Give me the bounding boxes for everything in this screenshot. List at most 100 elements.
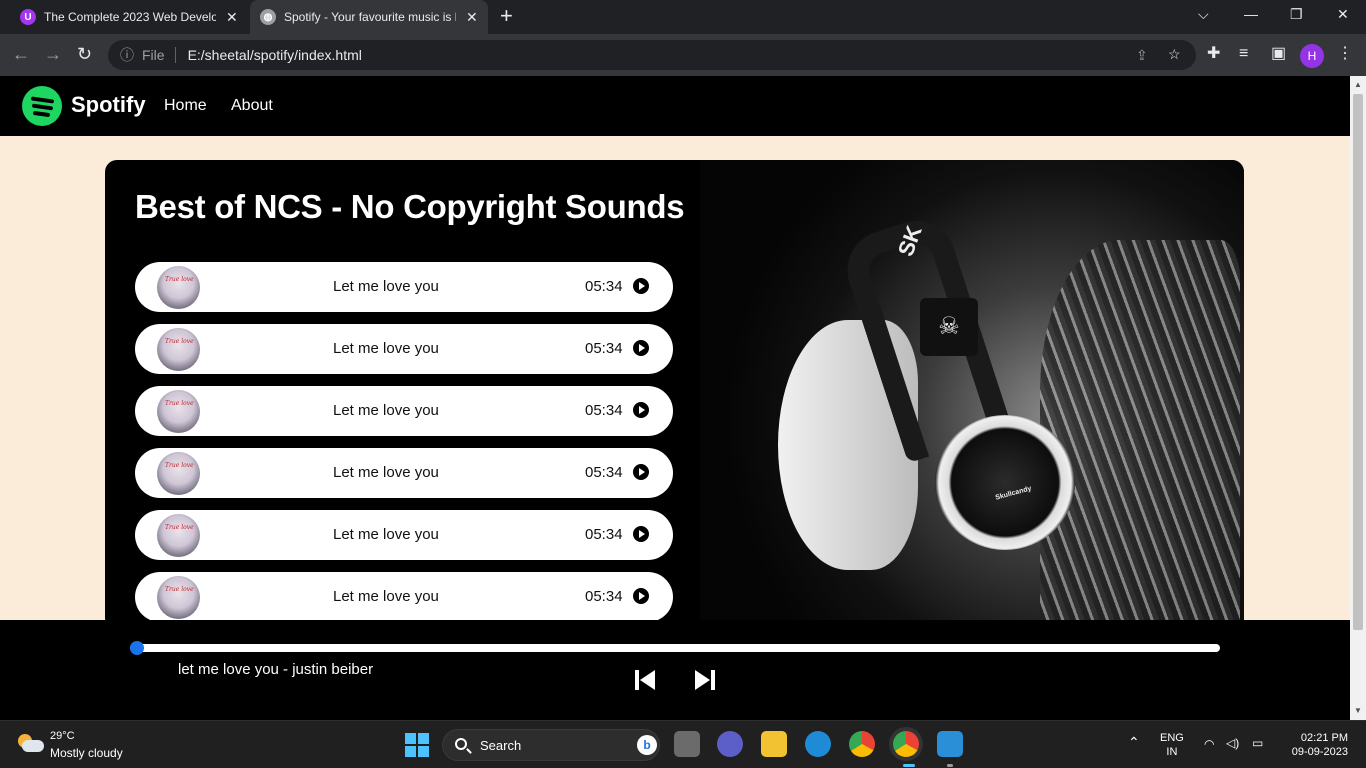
- address-bar[interactable]: ⓘ File E:/sheetal/spotify/index.html ⇪ ☆: [108, 40, 1196, 70]
- banner-image: SK ☠ Skullcandy: [700, 160, 1244, 630]
- browser-tab-strip: U The Complete 2023 Web Development Boot…: [0, 0, 1366, 34]
- clock[interactable]: 02:21 PM 09-09-2023: [1284, 731, 1348, 759]
- extensions-puzzle-icon[interactable]: ✚: [1207, 45, 1220, 63]
- browser-tab-spotify[interactable]: ◍ Spotify - Your favourite music is here…: [250, 0, 488, 34]
- page-scrollbar[interactable]: ▲ ▼: [1350, 76, 1366, 720]
- scrollbar-thumb[interactable]: [1353, 94, 1363, 630]
- song-item[interactable]: True love Let me love you 05:34: [135, 324, 673, 374]
- song-name: Let me love you: [333, 340, 439, 357]
- bottom-player: let me love you - justin beiber: [0, 620, 1350, 720]
- song-item[interactable]: True love Let me love you 05:34: [135, 572, 673, 622]
- side-panel-icon[interactable]: ▣: [1271, 45, 1286, 63]
- minimize-icon[interactable]: —: [1244, 6, 1258, 22]
- playlist-title: Best of NCS - No Copyright Sounds: [135, 188, 685, 225]
- nav-about-link[interactable]: About: [231, 97, 273, 115]
- new-tab-plus-icon[interactable]: +: [500, 5, 513, 27]
- play-circle-icon[interactable]: [633, 588, 649, 604]
- clock-date: 09-09-2023: [1291, 746, 1348, 758]
- restore-icon[interactable]: ❐: [1290, 6, 1303, 23]
- play-circle-icon[interactable]: [633, 464, 649, 480]
- song-name: Let me love you: [333, 278, 439, 295]
- cover-text: True love: [165, 462, 194, 469]
- weather-condition[interactable]: Mostly cloudy: [50, 746, 123, 760]
- hair-shape: [1040, 240, 1240, 620]
- play-circle-icon[interactable]: [633, 402, 649, 418]
- cover-text: True love: [165, 586, 194, 593]
- song-cover-image: True love: [157, 266, 200, 309]
- song-cover-image: True love: [157, 514, 200, 557]
- song-duration: 05:34: [585, 526, 623, 543]
- forward-arrow-icon[interactable]: →: [44, 44, 62, 64]
- back-arrow-icon[interactable]: ←: [12, 44, 30, 64]
- media-queue-icon[interactable]: ≡: [1239, 45, 1248, 63]
- brand-name[interactable]: Spotify: [71, 92, 146, 118]
- spotify-logo-icon[interactable]: [22, 86, 62, 126]
- battery-icon[interactable]: ▭: [1252, 736, 1263, 750]
- browser-tab-udemy[interactable]: U The Complete 2023 Web Development Boot…: [12, 0, 248, 34]
- tab-search-chevron-icon[interactable]: ⌵: [1198, 6, 1209, 23]
- song-duration: 05:34: [585, 402, 623, 419]
- vscode-icon[interactable]: [937, 731, 963, 757]
- song-cover-image: True love: [157, 576, 200, 619]
- song-item[interactable]: True love Let me love you 05:34: [135, 386, 673, 436]
- song-duration: 05:34: [585, 340, 623, 357]
- weather-temp[interactable]: 29°C: [50, 730, 75, 742]
- song-cover-image: True love: [157, 452, 200, 495]
- windows-start-icon[interactable]: [405, 733, 429, 757]
- song-name: Let me love you: [333, 464, 439, 481]
- headphone-cup-shape: [935, 415, 1075, 550]
- play-circle-icon[interactable]: [633, 526, 649, 542]
- progress-bar[interactable]: [130, 641, 1220, 655]
- profile-avatar[interactable]: H: [1300, 44, 1324, 68]
- bing-icon[interactable]: b: [637, 735, 657, 755]
- song-item[interactable]: True love Let me love you 05:34: [135, 448, 673, 498]
- song-item[interactable]: True love Let me love you 05:34: [135, 262, 673, 312]
- taskbar-search[interactable]: Search b: [442, 729, 660, 761]
- clock-time: 02:21 PM: [1300, 732, 1348, 744]
- song-name: Let me love you: [333, 588, 439, 605]
- play-circle-icon[interactable]: [633, 340, 649, 356]
- info-icon[interactable]: ⓘ: [120, 45, 134, 65]
- language-indicator[interactable]: ENG IN: [1160, 731, 1184, 759]
- song-cover-image: True love: [157, 328, 200, 371]
- cover-text: True love: [165, 338, 194, 345]
- close-tab-icon[interactable]: ✕: [466, 9, 478, 26]
- task-view-icon[interactable]: [674, 731, 700, 757]
- skip-previous-icon[interactable]: [633, 668, 657, 692]
- close-window-icon[interactable]: ✕: [1337, 6, 1349, 23]
- edge-icon[interactable]: [805, 731, 831, 757]
- url-text[interactable]: E:/sheetal/spotify/index.html: [188, 47, 362, 63]
- active-app-indicator: [903, 764, 915, 767]
- browser-toolbar: ← → ↻ ⓘ File E:/sheetal/spotify/index.ht…: [0, 34, 1366, 76]
- running-app-indicator: [947, 764, 953, 767]
- tab-title: The Complete 2023 Web Development Bootca…: [44, 10, 216, 24]
- bookmark-star-icon[interactable]: ☆: [1168, 46, 1181, 63]
- reload-icon[interactable]: ↻: [77, 44, 92, 64]
- nav-home-link[interactable]: Home: [164, 97, 207, 115]
- menu-kebab-icon[interactable]: ⋮: [1337, 45, 1353, 63]
- wifi-icon[interactable]: ◠: [1204, 737, 1214, 751]
- song-item[interactable]: True love Let me love you 05:34: [135, 510, 673, 560]
- file-explorer-icon[interactable]: [761, 731, 787, 757]
- divider: [174, 47, 176, 63]
- volume-icon[interactable]: ◁): [1226, 736, 1239, 750]
- page-viewport: Spotify Home About Best of NCS - No Copy…: [0, 76, 1350, 720]
- scroll-down-icon[interactable]: ▼: [1354, 706, 1362, 715]
- now-playing-text: let me love you - justin beiber: [178, 661, 374, 678]
- chrome-icon[interactable]: [849, 731, 875, 757]
- region-code: IN: [1166, 746, 1178, 758]
- play-circle-icon[interactable]: [633, 278, 649, 294]
- search-label: Search: [480, 738, 522, 753]
- weather-cloudy-icon[interactable]: [18, 734, 44, 752]
- windows-taskbar: 29°C Mostly cloudy Search b ⌃ ENG IN ◠ ◁…: [0, 720, 1366, 768]
- udemy-icon: U: [20, 9, 36, 25]
- teams-chat-icon[interactable]: [717, 731, 743, 757]
- share-icon[interactable]: ⇪: [1136, 47, 1148, 64]
- progress-knob[interactable]: [130, 641, 144, 655]
- close-tab-icon[interactable]: ✕: [226, 9, 238, 26]
- site-navbar: Spotify Home About: [0, 76, 1350, 136]
- scroll-up-icon[interactable]: ▲: [1354, 80, 1362, 89]
- chevron-up-icon[interactable]: ⌃: [1128, 735, 1140, 749]
- skip-next-icon[interactable]: [693, 668, 717, 692]
- chrome-profile-icon[interactable]: [893, 731, 919, 757]
